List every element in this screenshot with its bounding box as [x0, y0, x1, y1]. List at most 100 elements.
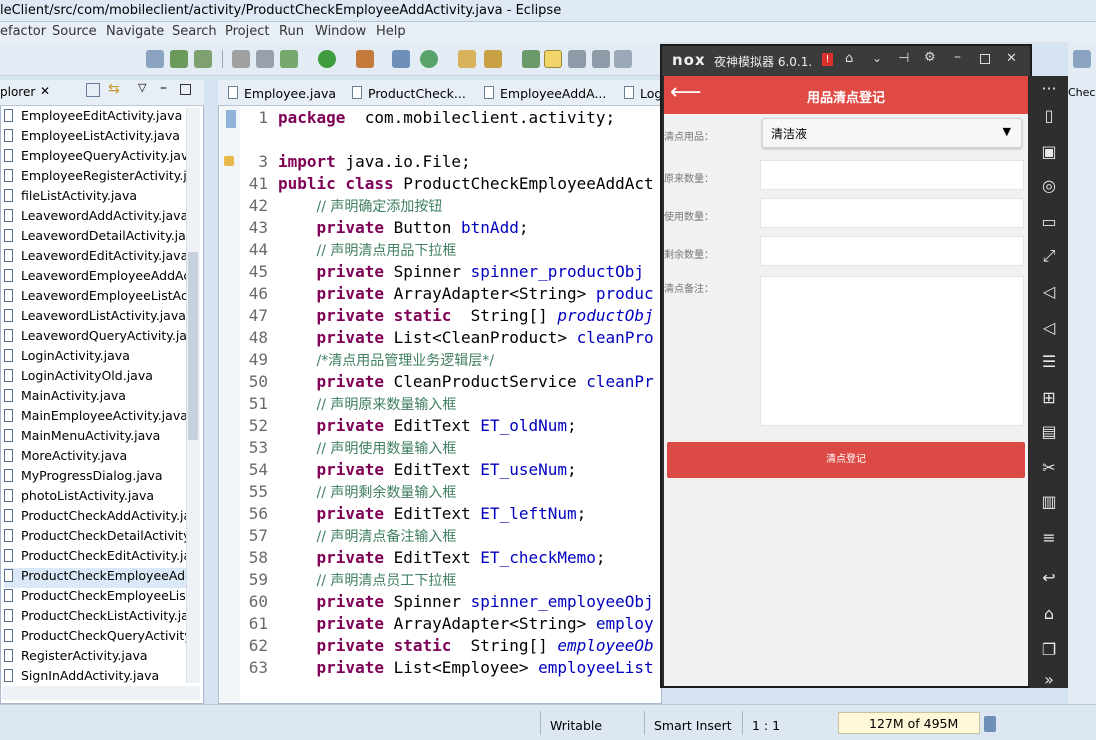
explorer-file[interactable]: LeavewordQueryActivity.jav	[4, 328, 194, 348]
chevron-down-icon[interactable]: ⌄	[872, 51, 882, 65]
explorer-file[interactable]: RegisterActivity.java	[4, 648, 194, 668]
menu-source[interactable]: Source	[52, 24, 97, 39]
code-line[interactable]: private EditText ET_oldNum;	[278, 416, 577, 435]
minimize-icon[interactable]: –	[954, 49, 961, 65]
code-line[interactable]: private ArrayAdapter<String> produc	[278, 284, 654, 303]
right-tab[interactable]: Checl	[1068, 86, 1096, 99]
volume-down-icon[interactable]: ◁	[1039, 318, 1059, 338]
menu-project[interactable]: Project	[225, 24, 269, 39]
explorer-file[interactable]: LoginActivityOld.java	[4, 368, 194, 388]
view-menu-icon[interactable]: ▽	[138, 81, 146, 94]
code-line[interactable]: private List<CleanProduct> cleanPro	[278, 328, 654, 347]
explorer-scroll-thumb[interactable]	[188, 252, 198, 440]
menu-icon[interactable]: ≡	[1039, 528, 1059, 548]
code-line[interactable]: import java.io.File;	[278, 152, 471, 171]
code-line[interactable]: // 声明剩余数量输入框	[278, 482, 457, 502]
save-icon[interactable]	[170, 50, 188, 68]
close-icon[interactable]: ✕	[40, 84, 50, 98]
code-line[interactable]: private Spinner spinner_employeeObj	[278, 592, 654, 611]
menu-run[interactable]: Run	[279, 24, 304, 39]
volume-up-icon[interactable]: ◁	[1039, 282, 1059, 302]
scissors-icon[interactable]: ✂	[1039, 458, 1059, 478]
code-line[interactable]: /*清点用品管理业务逻辑层*/	[278, 350, 494, 370]
tab-log[interactable]: Log	[618, 80, 662, 105]
debug-icon[interactable]	[280, 50, 298, 68]
explorer-file[interactable]: ProductCheckDetailActivity.j	[4, 528, 194, 548]
alert-icon[interactable]: !	[822, 53, 833, 66]
skip-icon[interactable]	[256, 50, 274, 68]
explorer-file[interactable]: MoreActivity.java	[4, 448, 194, 468]
menu-window[interactable]: Window	[315, 24, 366, 39]
maximize-icon[interactable]	[980, 54, 990, 64]
explorer-file[interactable]: LeavewordAddActivity.java	[4, 208, 194, 228]
code-line[interactable]: private static String[] employeeOb	[278, 636, 654, 655]
explorer-file[interactable]: EmployeeListActivity.java	[4, 128, 194, 148]
explorer-file[interactable]: MainActivity.java	[4, 388, 194, 408]
code-line[interactable]: private Button btnAdd;	[278, 218, 529, 237]
close-icon[interactable]: ✕	[1006, 51, 1017, 66]
explorer-file[interactable]: EmployeeRegisterActivity.ja	[4, 168, 194, 188]
menu-search[interactable]: Search	[172, 24, 217, 39]
code-line[interactable]: private ArrayAdapter<String> employ	[278, 614, 654, 633]
explorer-file[interactable]: LeavewordEditActivity.java	[4, 248, 194, 268]
explorer-tab[interactable]: plorer	[0, 85, 35, 99]
tab-employeeadd[interactable]: EmployeeAddA...	[478, 80, 612, 105]
code-line[interactable]: private CleanProductService cleanPr	[278, 372, 654, 391]
maximize-icon[interactable]	[180, 84, 191, 95]
code-line[interactable]: private EditText ET_leftNum;	[278, 504, 587, 523]
explorer-file[interactable]: MainEmployeeActivity.java	[4, 408, 194, 428]
menu-help[interactable]: Help	[376, 24, 406, 39]
tab-productcheck[interactable]: ProductCheck...	[346, 80, 474, 105]
collapse-all-icon[interactable]	[86, 83, 100, 97]
phone-icon[interactable]: ▯	[1039, 106, 1059, 126]
explorer-file[interactable]: LeavewordEmployeeAddAc	[4, 268, 194, 288]
explorer-file[interactable]: ProductCheckListActivity.jav	[4, 608, 194, 628]
code-line[interactable]: package com.mobileclient.activity;	[278, 108, 615, 127]
paragraph-icon[interactable]	[592, 50, 610, 68]
code-line[interactable]: // 声明清点用品下拉框	[278, 240, 457, 260]
back-icon[interactable]: ↩	[1039, 568, 1059, 588]
heap-status[interactable]: 127M of 495M	[838, 712, 980, 734]
explorer-file[interactable]: EmployeeQueryActivity.java	[4, 148, 194, 168]
open-folder-icon[interactable]	[458, 50, 476, 68]
code-line[interactable]: // 声明清点备注输入框	[278, 526, 457, 546]
robot-icon[interactable]: ▣	[1039, 142, 1059, 162]
code-line[interactable]: private Spinner spinner_productObj	[278, 262, 645, 281]
menu-navigate[interactable]: Navigate	[106, 24, 164, 39]
explorer-file[interactable]: LoginActivity.java	[4, 348, 194, 368]
code-line[interactable]: // 声明使用数量输入框	[278, 438, 457, 458]
new-class-icon[interactable]	[420, 50, 438, 68]
minimize-icon[interactable]: –	[160, 80, 167, 96]
toolbox-icon[interactable]: ☰	[1039, 352, 1059, 372]
code-line[interactable]: private EditText ET_checkMemo;	[278, 548, 606, 567]
code-line[interactable]: private static String[] productObj	[278, 306, 654, 325]
tab-employee[interactable]: Employee.java	[222, 80, 340, 105]
tools-icon[interactable]	[484, 50, 502, 68]
menu-refactor[interactable]: efactor	[0, 24, 46, 39]
explorer-file[interactable]: photoListActivity.java	[4, 488, 194, 508]
external-tools-icon[interactable]	[356, 50, 374, 68]
explorer-file[interactable]: ProductCheckAddActivity.jav	[4, 508, 194, 528]
explorer-hscrollbar[interactable]	[2, 686, 200, 700]
submit-button[interactable]: 清点登记	[667, 442, 1025, 478]
highlight-icon[interactable]	[544, 50, 562, 68]
trash-icon[interactable]	[984, 716, 996, 732]
left-num-input[interactable]	[760, 236, 1024, 266]
explorer-file[interactable]: LeavewordDetailActivity.java	[4, 228, 194, 248]
code-line[interactable]: // 声明原来数量输入框	[278, 394, 457, 414]
search-icon[interactable]	[522, 50, 540, 68]
build-icon[interactable]	[232, 50, 250, 68]
explorer-file[interactable]: EmployeeEditActivity.java	[4, 108, 194, 128]
memo-textarea[interactable]	[760, 276, 1024, 426]
code-line[interactable]: // 声明确定添加按钮	[278, 196, 443, 216]
code-line[interactable]: public class ProductCheckEmployeeAddAct	[278, 174, 654, 193]
use-num-input[interactable]	[760, 198, 1024, 228]
multi-touch-icon[interactable]: ⊞	[1039, 388, 1059, 408]
code-line[interactable]: private List<Employee> employeeList	[278, 658, 654, 677]
old-num-input[interactable]	[760, 160, 1024, 190]
more-icon[interactable]: ···	[1039, 79, 1059, 99]
explorer-file[interactable]: LeavewordListActivity.java	[4, 308, 194, 328]
apk-icon[interactable]: ▤	[1039, 422, 1059, 442]
check-icon[interactable]	[194, 50, 212, 68]
explorer-file[interactable]: SignInAddActivity.java	[4, 668, 194, 688]
